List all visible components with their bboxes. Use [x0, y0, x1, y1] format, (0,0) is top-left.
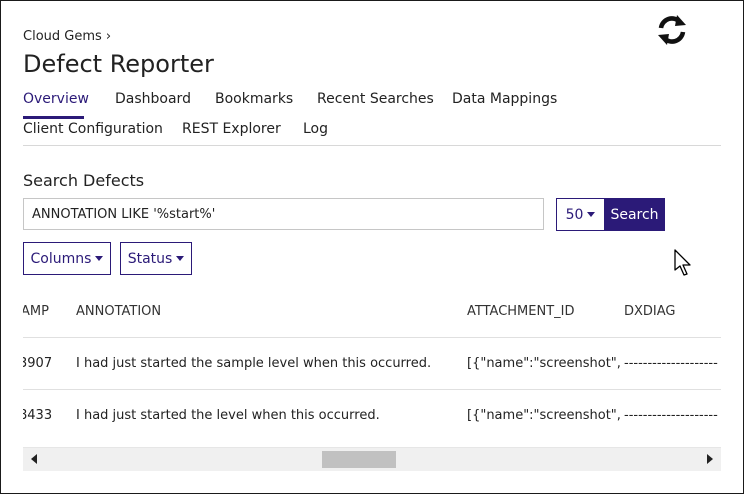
scroll-left-icon[interactable]	[31, 454, 37, 464]
results-table: AMP ANNOTATION ATTACHMENT_ID DXDIAG 3907…	[23, 291, 721, 445]
tab-data-mappings[interactable]: Data Mappings	[452, 91, 557, 107]
tab-rest-explorer[interactable]: REST Explorer	[182, 121, 281, 137]
scrollbar-thumb[interactable]	[322, 451, 396, 468]
column-header-annotation[interactable]: ANNOTATION	[76, 304, 161, 319]
active-tab-indicator	[23, 116, 84, 119]
column-header-attachment-id[interactable]: ATTACHMENT_ID	[467, 304, 575, 319]
table-cell[interactable]: [{"name":"screenshot",	[467, 356, 621, 371]
tab-dashboard[interactable]: Dashboard	[115, 91, 191, 107]
result-limit-value: 50	[565, 206, 584, 223]
search-button[interactable]: Search	[604, 198, 665, 231]
result-limit-dropdown[interactable]: 50	[556, 198, 605, 231]
mouse-cursor-icon	[674, 249, 691, 276]
table-cell[interactable]: --------------------	[624, 408, 718, 423]
app-window: Cloud Gems › Defect Reporter Overview Da…	[0, 0, 744, 494]
breadcrumb[interactable]: Cloud Gems ›	[23, 29, 111, 44]
row-divider	[23, 389, 721, 390]
search-section-title: Search Defects	[23, 171, 145, 190]
page-title: Defect Reporter	[23, 50, 214, 78]
refresh-icon[interactable]	[655, 14, 689, 46]
table-cell[interactable]: I had just started the sample level when…	[76, 356, 431, 371]
chevron-down-icon	[176, 256, 185, 261]
column-header-timestamp[interactable]: AMP	[23, 304, 49, 319]
column-header-dxdiag[interactable]: DXDIAG	[624, 304, 676, 319]
table-cell[interactable]: [{"name":"screenshot",	[467, 408, 621, 423]
table-cell[interactable]: I had just started the level when this o…	[76, 408, 380, 423]
tab-bookmarks[interactable]: Bookmarks	[215, 91, 293, 107]
horizontal-scrollbar[interactable]	[23, 447, 721, 471]
scroll-right-icon[interactable]	[707, 454, 713, 464]
tab-overview[interactable]: Overview	[23, 91, 89, 107]
chevron-down-icon	[95, 256, 104, 261]
tabs-divider	[23, 145, 721, 146]
status-label: Status	[127, 250, 173, 267]
tab-client-configuration[interactable]: Client Configuration	[23, 121, 163, 137]
status-dropdown[interactable]: Status	[120, 242, 192, 275]
columns-label: Columns	[30, 250, 92, 267]
table-cell[interactable]: --------------------	[624, 356, 718, 371]
table-cell[interactable]: 8433	[23, 408, 52, 423]
table-cell[interactable]: 3907	[23, 356, 52, 371]
tab-recent-searches[interactable]: Recent Searches	[317, 91, 434, 107]
tab-log[interactable]: Log	[303, 121, 328, 137]
chevron-down-icon	[587, 212, 596, 217]
columns-dropdown[interactable]: Columns	[23, 242, 111, 275]
search-input[interactable]	[23, 198, 544, 230]
header-divider	[23, 337, 721, 338]
